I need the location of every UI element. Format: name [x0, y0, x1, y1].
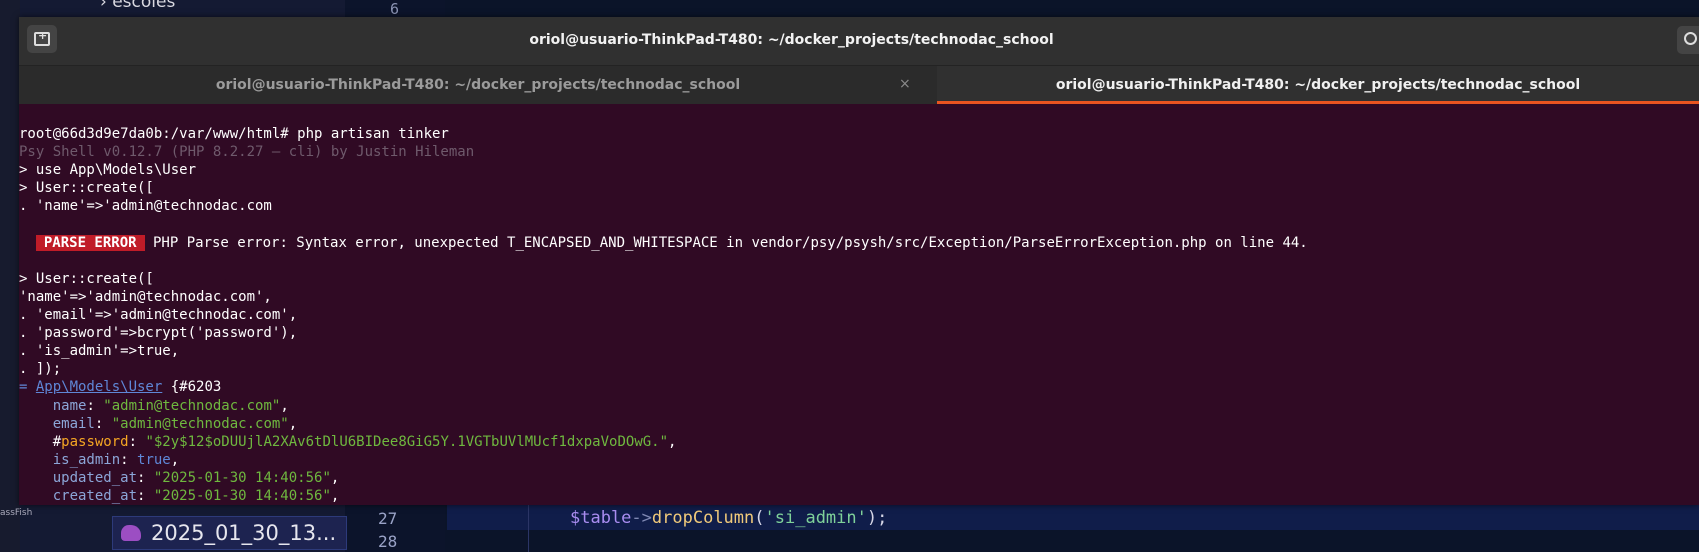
line-number: 27	[378, 509, 398, 528]
title-bar[interactable]: oriol@usuario-ThinkPad-T480: ~/docker_pr…	[19, 17, 1699, 66]
terminal-line: . 'is_admin'=>true,	[19, 343, 180, 360]
terminal-line: > User::create([	[19, 180, 154, 197]
terminal-line: . 'password'=>bcrypt('password'),	[19, 325, 298, 342]
terminal-line: 'name'=>'admin@technodac.com',	[19, 288, 272, 305]
search-button[interactable]	[1677, 26, 1699, 54]
parse-error-badge: PARSE ERROR	[35, 234, 145, 251]
glassfish-label: assFish	[0, 508, 33, 518]
tab-label: oriol@usuario-ThinkPad-T480: ~/docker_pr…	[1055, 77, 1581, 93]
result-field: email: "admin@technodac.com",	[52, 415, 298, 432]
result-field: created_at: "2025-01-30 14:40:56",	[52, 487, 340, 504]
terminal-line: Psy Shell v0.12.7 (PHP 8.2.27 — cli) by …	[19, 144, 475, 161]
file-item-label: 2025_01_30_13...	[151, 521, 337, 545]
tab-terminal-2[interactable]: oriol@usuario-ThinkPad-T480: ~/docker_pr…	[937, 66, 1699, 104]
terminal-line: > User::create([	[19, 270, 154, 287]
close-tab-icon[interactable]: ×	[899, 76, 911, 92]
php-elephant-icon	[121, 525, 141, 541]
active-tab-indicator	[937, 101, 1699, 104]
terminal-output[interactable]: root@66d3d9e7da0b:/var/www/html# php art…	[19, 107, 1699, 505]
result-field: #password: "$2y$12$oDUUjlA2XAv6tDlU6BIDe…	[52, 433, 677, 450]
tab-terminal-1[interactable]: oriol@usuario-ThinkPad-T480: ~/docker_pr…	[19, 66, 937, 104]
result-field: updated_at: "2025-01-30 14:40:56",	[52, 469, 340, 486]
search-icon	[1684, 32, 1697, 45]
terminal-line: . 'name'=>'admin@technodac.com	[19, 198, 272, 215]
terminal-line: > use App\Models\User	[19, 162, 197, 179]
line-number: 6	[390, 0, 400, 18]
result-class-link[interactable]: App\Models\User	[36, 379, 162, 395]
indent-guide	[528, 504, 529, 552]
sidebar-item-escoles[interactable]: › escoles	[100, 0, 175, 12]
terminal-line: . ]);	[19, 361, 62, 378]
activity-bar	[0, 0, 20, 552]
terminal-line: . 'email'=>'admin@technodac.com',	[19, 307, 298, 324]
error-message: PHP Parse error: Syntax error, unexpecte…	[144, 234, 1308, 251]
terminal-window[interactable]: oriol@usuario-ThinkPad-T480: ~/docker_pr…	[19, 17, 1699, 505]
tab-bar: oriol@usuario-ThinkPad-T480: ~/docker_pr…	[19, 66, 1699, 104]
tab-label: oriol@usuario-ThinkPad-T480: ~/docker_pr…	[215, 77, 741, 93]
file-item-migration[interactable]: 2025_01_30_13...	[112, 516, 347, 550]
code-line: $table->dropColumn('si_admin');	[570, 508, 888, 528]
result-field: is_admin: true,	[52, 451, 180, 468]
result-field: name: "admin@technodac.com",	[52, 397, 289, 414]
result-header: = App\Models\User {#6203	[19, 379, 222, 396]
window-title: oriol@usuario-ThinkPad-T480: ~/docker_pr…	[529, 32, 1054, 48]
error-line: PARSE ERROR PHP Parse error: Syntax erro…	[19, 234, 1699, 252]
terminal-line: root@66d3d9e7da0b:/var/www/html# php art…	[19, 126, 449, 143]
line-number: 28	[378, 532, 398, 551]
